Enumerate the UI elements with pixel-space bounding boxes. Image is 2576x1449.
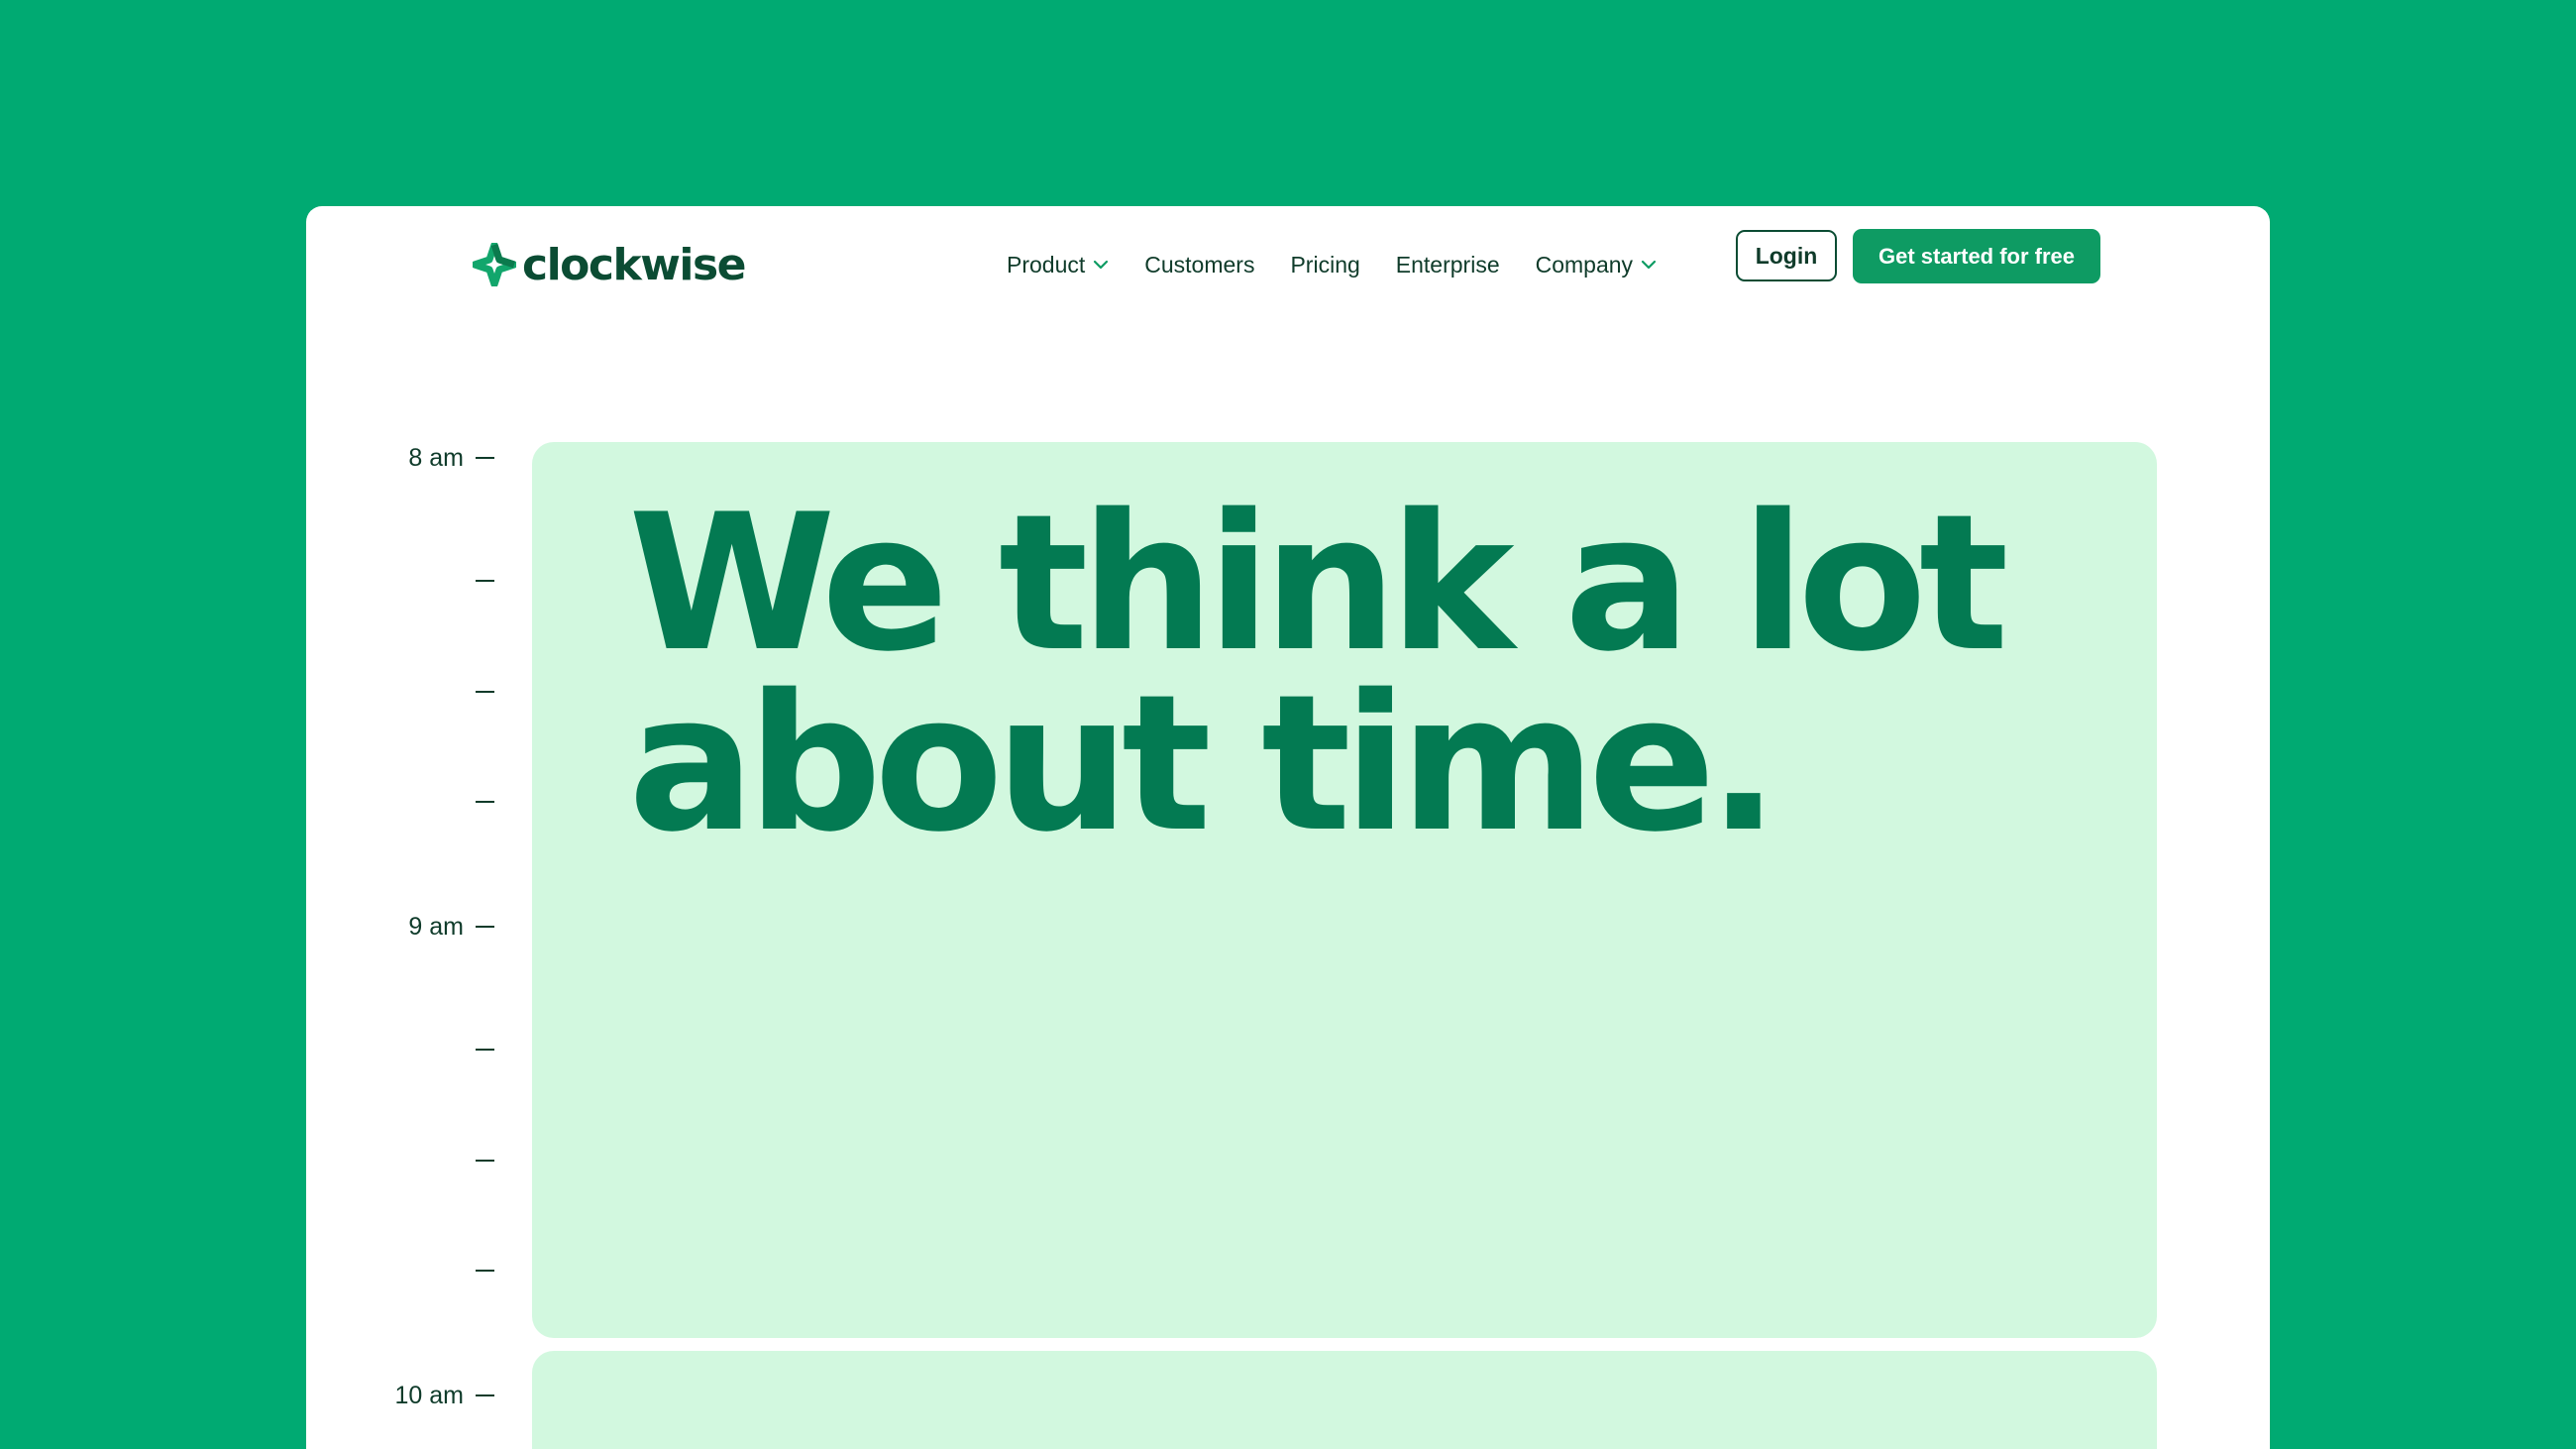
- tick-mark: [476, 1270, 494, 1272]
- tick-mark: [476, 457, 494, 459]
- tick-mark: [476, 926, 494, 928]
- logo[interactable]: clockwise: [473, 234, 747, 295]
- nav-item-label: Pricing: [1290, 251, 1360, 278]
- login-button[interactable]: Login: [1736, 230, 1837, 281]
- time-tick-9am: 9 am: [306, 912, 494, 942]
- time-tick-minor: [306, 566, 494, 596]
- time-tick-minor: [306, 1256, 494, 1285]
- tick-mark: [476, 1160, 494, 1162]
- time-label: 8 am: [408, 443, 464, 472]
- nav-item-pricing[interactable]: Pricing: [1290, 252, 1359, 279]
- time-label: 10 am: [394, 1381, 464, 1409]
- nav-item-enterprise[interactable]: Enterprise: [1396, 252, 1500, 279]
- tick-mark: [476, 1049, 494, 1051]
- tick-mark: [476, 691, 494, 693]
- chevron-down-icon: [1641, 260, 1657, 270]
- time-label: 9 am: [408, 912, 464, 941]
- nav-item-label: Product: [1007, 251, 1086, 278]
- chevron-down-icon: [1094, 260, 1109, 270]
- time-tick-8am: 8 am: [306, 443, 494, 473]
- logo-wordmark: clockwise: [522, 239, 747, 290]
- tick-mark: [476, 1394, 494, 1396]
- hero-headline: We think a lot about time.: [628, 474, 2009, 873]
- nav-item-company[interactable]: Company: [1536, 252, 1657, 279]
- nav-item-label: Enterprise: [1395, 251, 1500, 278]
- nav-item-customers[interactable]: Customers: [1144, 252, 1254, 279]
- next-event-block: [532, 1351, 2157, 1449]
- time-tick-minor: [306, 677, 494, 707]
- tick-mark: [476, 801, 494, 803]
- page-card: clockwise Product Customers Pricing Ente…: [306, 206, 2270, 1449]
- nav-item-product[interactable]: Product: [1007, 252, 1109, 279]
- get-started-button[interactable]: Get started for free: [1853, 229, 2100, 283]
- main-nav: Product Customers Pricing Enterprise Com…: [1007, 234, 1657, 295]
- time-tick-minor: [306, 1146, 494, 1175]
- time-tick-minor: [306, 1035, 494, 1064]
- hero-event-block: We think a lot about time.: [532, 442, 2157, 1338]
- nav-item-label: Company: [1535, 251, 1634, 278]
- tick-mark: [476, 580, 494, 582]
- nav-item-label: Customers: [1144, 251, 1255, 278]
- time-tick-minor: [306, 787, 494, 817]
- time-tick-10am: 10 am: [306, 1381, 494, 1410]
- time-axis: 8 am 9 am 10 am: [306, 206, 494, 1449]
